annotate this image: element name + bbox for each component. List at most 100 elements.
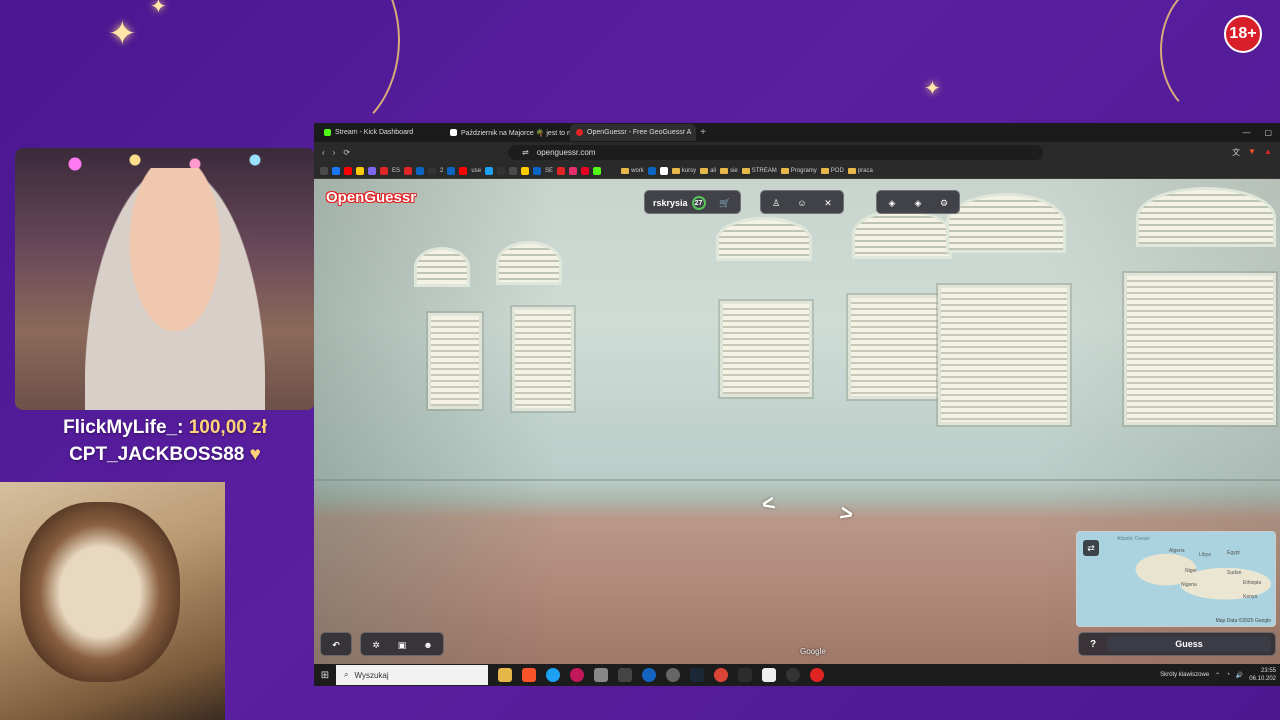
vehicle-button[interactable]: ▣ bbox=[391, 636, 413, 654]
pinterest-icon[interactable] bbox=[581, 166, 590, 175]
calculator-icon[interactable] bbox=[618, 668, 632, 682]
clock[interactable]: 23:55 06.10.202 bbox=[1249, 667, 1276, 683]
streetview-panorama[interactable]: OpenGuessr rskrysia 27 🛒 ♙ ☺ ✕ ◈ ◈ ⚙ < >… bbox=[314, 179, 1280, 664]
forward-arrow-icon[interactable]: › bbox=[333, 148, 336, 157]
app-icon[interactable] bbox=[642, 668, 656, 682]
volume-icon[interactable]: 🔊 bbox=[1236, 672, 1243, 679]
youtube-icon[interactable] bbox=[344, 166, 352, 175]
guess-minimap[interactable]: ⇄ Atlantic Ocean Algeria Libya Egypt Nig… bbox=[1076, 531, 1276, 627]
shop-button[interactable]: 🛒 bbox=[714, 194, 736, 212]
folder-programy[interactable]: Programy bbox=[781, 168, 817, 174]
level-badge: 27 bbox=[691, 196, 706, 210]
edge-icon[interactable] bbox=[546, 668, 560, 682]
openguessr-logo[interactable]: OpenGuessr bbox=[326, 189, 416, 206]
x-icon[interactable] bbox=[428, 166, 437, 175]
tab-majorca[interactable]: Październik na Majorce 🌴 jest to na bbox=[444, 124, 570, 141]
shutter-window bbox=[938, 285, 1070, 425]
bookmark-se[interactable]: SE bbox=[545, 168, 553, 174]
apps-icon[interactable] bbox=[320, 166, 328, 175]
maximize-icon[interactable]: ▢ bbox=[1264, 128, 1272, 137]
bookmark-icon[interactable] bbox=[368, 166, 376, 175]
maps-button[interactable]: ◈ bbox=[907, 194, 929, 212]
facebook-icon[interactable] bbox=[332, 166, 340, 175]
tab-bar: Stream - Kick Dashboard Październik na M… bbox=[314, 123, 1280, 142]
back-arrow-icon[interactable]: ‹ bbox=[322, 148, 325, 157]
brave-icon[interactable] bbox=[522, 668, 536, 682]
friends-button[interactable]: ☺ bbox=[791, 194, 813, 212]
bookmark-es[interactable]: ES bbox=[392, 168, 400, 174]
site-info-icon[interactable]: ⇌ bbox=[522, 148, 529, 157]
chrome-icon[interactable] bbox=[714, 668, 728, 682]
settings-button[interactable]: ⚙ bbox=[933, 194, 955, 212]
folder-ali[interactable]: ali bbox=[700, 168, 716, 174]
taskbar-search[interactable]: ⌕ Wyszukaj bbox=[336, 665, 488, 685]
kick-icon[interactable] bbox=[593, 166, 602, 175]
minimize-icon[interactable]: — bbox=[1242, 128, 1250, 137]
donor-name: FlickMyLife_: bbox=[63, 417, 184, 438]
url-field[interactable]: ⇌ openguessr.com bbox=[508, 145, 1044, 160]
app-icon[interactable] bbox=[786, 668, 800, 682]
file-explorer-icon[interactable] bbox=[498, 668, 512, 682]
battle-button[interactable]: ✕ bbox=[817, 194, 839, 212]
app-icon[interactable] bbox=[594, 668, 608, 682]
bookmark-icon[interactable] bbox=[521, 166, 530, 175]
bookmark-use[interactable]: use bbox=[471, 168, 481, 174]
folder-stream[interactable]: STREAM bbox=[742, 168, 777, 174]
bookmark-icon[interactable] bbox=[509, 166, 518, 175]
party-button[interactable]: ♙ bbox=[765, 194, 787, 212]
bookmark-icon[interactable] bbox=[647, 166, 656, 175]
return-to-start-button[interactable]: ↶ bbox=[325, 636, 347, 654]
bookmark-icon[interactable] bbox=[485, 166, 494, 175]
maps-pin-icon[interactable] bbox=[810, 668, 824, 682]
obs-icon[interactable] bbox=[666, 668, 680, 682]
bookmark-2[interactable]: 2 bbox=[440, 168, 443, 174]
shutter-window bbox=[512, 307, 574, 411]
bookmark-icon[interactable] bbox=[459, 166, 468, 175]
bookmark-icon[interactable] bbox=[659, 166, 668, 175]
chevron-up-icon[interactable]: ⌃ bbox=[1215, 672, 1220, 679]
windows-start-icon[interactable]: ⊞ bbox=[314, 670, 336, 681]
layers-button[interactable]: ◈ bbox=[881, 194, 903, 212]
sub-line: CPT_JACKBOSS88 ♥ bbox=[15, 441, 315, 468]
report-bug-button[interactable]: ✲ bbox=[365, 636, 387, 654]
steam-icon[interactable] bbox=[690, 668, 704, 682]
browser-window: Stream - Kick Dashboard Październik na M… bbox=[314, 123, 1280, 664]
linkedin-icon[interactable] bbox=[416, 166, 425, 175]
folder-sie[interactable]: sie bbox=[720, 168, 738, 174]
bottom-left-controls: ↶ bbox=[320, 632, 352, 656]
folder-kursy[interactable]: kursy bbox=[672, 168, 696, 174]
bookmark-icon[interactable] bbox=[557, 166, 566, 175]
wifi-icon[interactable]: ◔ bbox=[1226, 672, 1230, 678]
rewards-icon[interactable]: ▲ bbox=[1264, 147, 1272, 158]
app-icon[interactable] bbox=[762, 668, 776, 682]
opera-icon[interactable] bbox=[570, 668, 584, 682]
new-tab-button[interactable]: + bbox=[696, 127, 710, 138]
shutter-window bbox=[1124, 273, 1276, 425]
help-button[interactable]: ? bbox=[1083, 636, 1103, 652]
folder-work[interactable]: work bbox=[621, 168, 644, 174]
profile-button[interactable]: rskrysia 27 bbox=[649, 194, 710, 212]
sparkle-icon: ✦ bbox=[150, 0, 167, 18]
tab-kick[interactable]: Stream - Kick Dashboard bbox=[318, 124, 444, 141]
people-icon: ♙ bbox=[771, 197, 781, 208]
openguessr-icon bbox=[576, 129, 583, 136]
subscriber-name: CPT_JACKBOSS88 bbox=[69, 444, 245, 465]
bookmark-icon[interactable] bbox=[404, 166, 413, 175]
bookmark-icon[interactable] bbox=[356, 166, 364, 175]
brave-shield-icon[interactable]: ▼ bbox=[1248, 147, 1256, 158]
discord-button[interactable]: ☻ bbox=[417, 636, 439, 654]
bookmark-icon[interactable] bbox=[497, 166, 506, 175]
expand-map-icon[interactable]: ⇄ bbox=[1083, 540, 1099, 556]
instagram-icon[interactable] bbox=[569, 166, 578, 175]
shutter-window bbox=[848, 295, 944, 399]
guess-button[interactable]: Guess bbox=[1107, 636, 1271, 652]
folder-praca[interactable]: praca bbox=[848, 168, 873, 174]
bookmark-icon[interactable] bbox=[533, 166, 542, 175]
tab-openguessr[interactable]: OpenGuessr - Free GeoGuessr A ✕ bbox=[570, 124, 696, 141]
terminal-icon[interactable] bbox=[738, 668, 752, 682]
bookmark-icon[interactable] bbox=[380, 166, 388, 175]
bookmark-icon[interactable] bbox=[447, 166, 456, 175]
folder-pod[interactable]: POD bbox=[821, 168, 844, 174]
translate-icon[interactable]: 文 bbox=[1232, 147, 1240, 158]
reload-icon[interactable]: ⟳ bbox=[343, 148, 350, 157]
